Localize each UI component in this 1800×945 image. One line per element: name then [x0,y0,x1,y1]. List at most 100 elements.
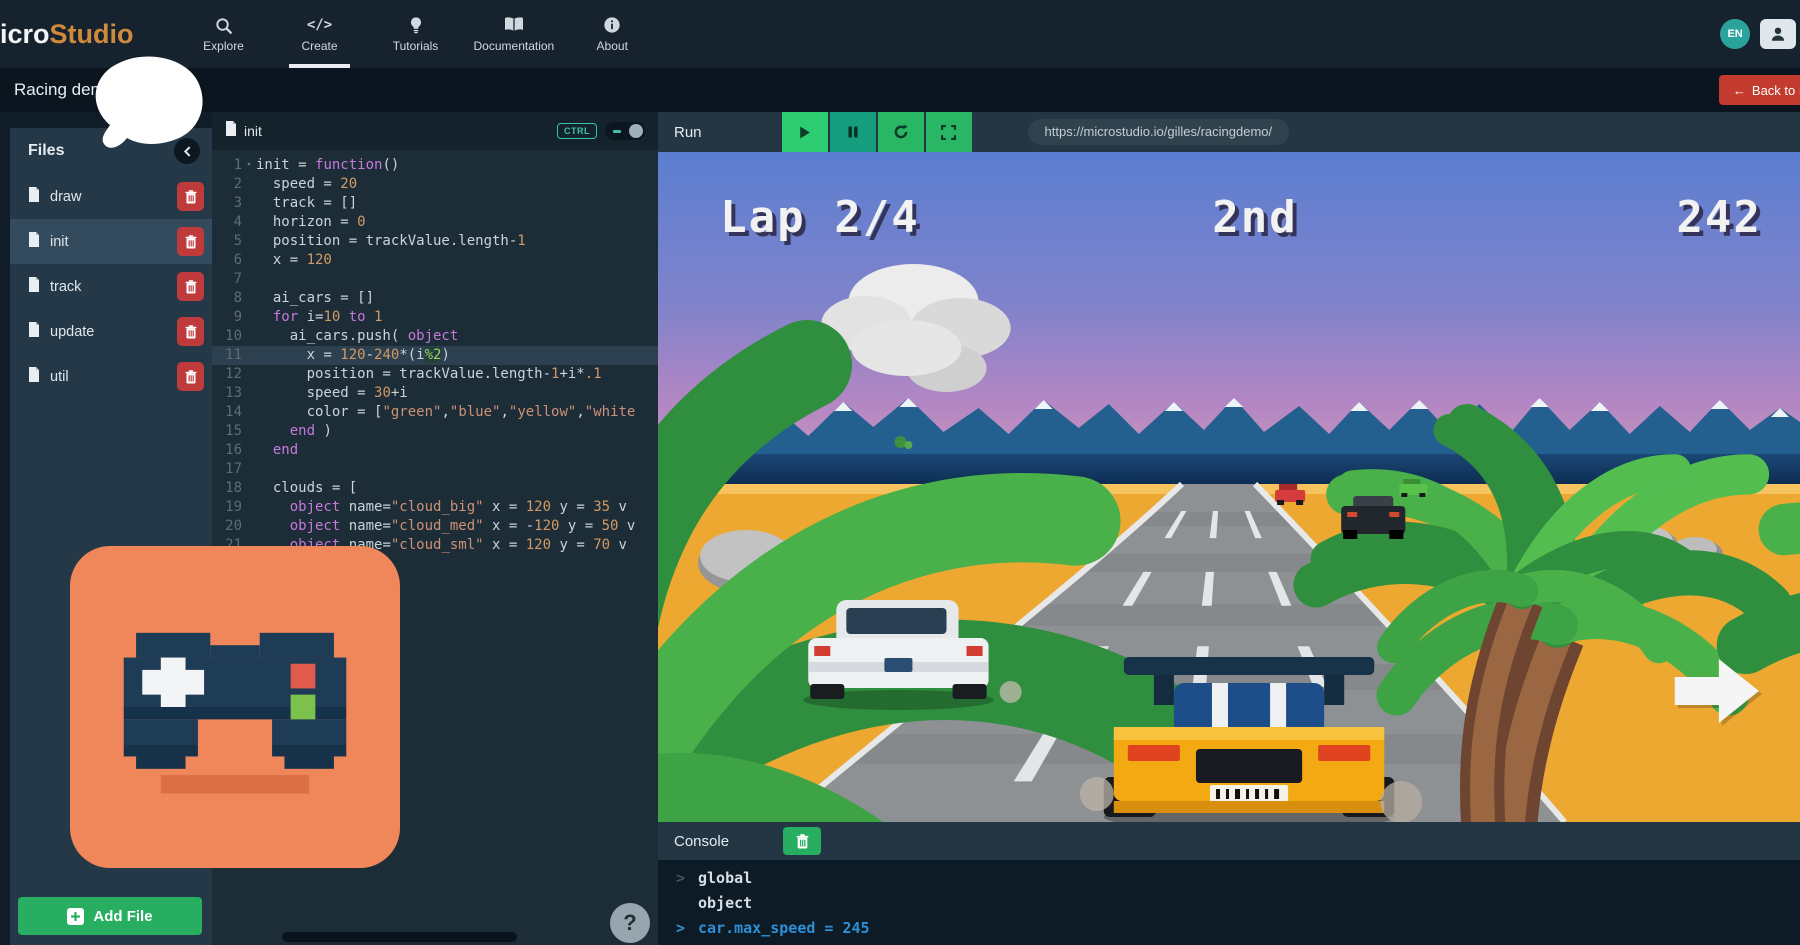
editor-tab-bar: init CTRL [212,112,658,150]
nav-item-create[interactable]: </> Create [272,0,368,68]
main-nav: Explore </> Create Tutorials Documentati… [176,0,661,68]
console-prompt: > [676,866,698,891]
code-line-13[interactable]: 13 speed = 30+i [212,384,658,403]
code-line-5[interactable]: 5 position = trackValue.length-1 [212,232,658,251]
book-icon [503,15,525,35]
console-text: object [698,891,752,916]
plus-icon [67,908,84,925]
delete-file-button[interactable] [177,317,204,346]
console-text: car.max_speed = 245 [698,916,870,941]
play-button[interactable] [782,112,828,152]
file-name: track [50,279,81,295]
code-line-3[interactable]: 3 track = [] [212,194,658,213]
logo-suffix: Studio [50,19,134,49]
hud-lap: Lap 2/4 [720,192,920,243]
nav-item-documentation[interactable]: Documentation [464,0,565,68]
code-line-20[interactable]: 20 object name="cloud_med" x = -120 y = … [212,517,658,536]
nav-label: About [597,39,628,53]
code-line-7[interactable]: 7 [212,270,658,289]
file-item-util[interactable]: util [10,354,212,399]
nav-item-explore[interactable]: Explore [176,0,272,68]
toggle-dash [613,130,621,133]
console-line: >car.max_speed = 245 [658,916,1800,941]
back-to-projects-button[interactable]: ← Back to Proj [1719,75,1800,105]
editor-tab-name: init [244,123,262,139]
file-item-track[interactable]: track [10,264,212,309]
run-label: Run [674,124,702,141]
code-line-2[interactable]: 2 speed = 20 [212,175,658,194]
file-icon [225,121,237,141]
file-item-draw[interactable]: draw [10,174,212,219]
pause-button[interactable] [830,112,876,152]
code-line-15[interactable]: 15 end ) [212,422,658,441]
code-line-14[interactable]: 14 color = ["green","blue","yellow","whi… [212,403,658,422]
code-line-17[interactable]: 17 [212,460,658,479]
console-line: object [658,891,1800,916]
language-badge[interactable]: EN [1720,19,1750,49]
file-name: util [50,369,69,385]
files-title: Files [28,142,64,160]
delete-file-button[interactable] [177,362,204,391]
gamepad-icon [99,608,371,806]
top-nav: icroStudio Explore </> Create Tutorials [0,0,1800,68]
ctrl-badge: CTRL [557,123,597,139]
code-icon: </> [307,15,332,35]
code-line-9[interactable]: 9 for i=10 to 1 [212,308,658,327]
hud-position: 2nd [1212,192,1298,243]
collapse-panel-button[interactable] [174,138,200,164]
toggle-knob [629,124,643,138]
code-line-1[interactable]: 1▾init = function() [212,156,658,175]
file-item-init[interactable]: init [10,219,212,264]
back-arrow-icon: ← [1733,83,1746,98]
file-item-update[interactable]: update [10,309,212,354]
code-line-12[interactable]: 12 position = trackValue.length-1+i*.1 [212,365,658,384]
horizontal-scrollbar[interactable] [282,932,517,942]
nav-item-tutorials[interactable]: Tutorials [368,0,464,68]
file-icon [28,187,40,207]
fullscreen-button[interactable] [926,112,972,152]
file-list: draw init track update util [10,174,212,399]
back-button-label: Back to Proj [1752,83,1800,98]
console-prompt: > [676,916,698,941]
console-output[interactable]: >globalobject>car.max_speed = 245 [658,860,1800,945]
add-file-button[interactable]: Add File [18,897,202,935]
user-menu[interactable]: gi [1760,19,1800,49]
code-line-18[interactable]: 18 clouds = [ [212,479,658,498]
code-line-4[interactable]: 4 horizon = 0 [212,213,658,232]
user-icon [1760,19,1796,49]
delete-file-button[interactable] [177,182,204,211]
run-buttons [782,112,972,152]
add-file-label: Add File [93,908,152,925]
nav-label: Create [302,39,338,53]
code-line-16[interactable]: 16 end [212,441,658,460]
editor-tab-init[interactable]: init [225,121,262,141]
nav-item-about[interactable]: About [564,0,660,68]
console-title: Console [674,833,729,850]
microstudio-app: icroStudio Explore </> Create Tutorials [0,0,1800,945]
run-toolbar: Run https://microstudio.io/gilles/ [658,112,1800,152]
code-line-11[interactable]: 11 x = 120-240*(i%2) [212,346,658,365]
code-line-8[interactable]: 8 ai_cars = [] [212,289,658,308]
game-canvas[interactable]: Lap 2/4 Lap 2/4 2nd 2nd 242 242 [658,152,1800,822]
clear-console-button[interactable] [783,827,821,855]
console-line: >global [658,866,1800,891]
help-button[interactable]: ? [610,903,650,943]
delete-file-button[interactable] [177,272,204,301]
file-icon [28,232,40,252]
delete-file-button[interactable] [177,227,204,256]
game-url[interactable]: https://microstudio.io/gilles/racingdemo… [1028,119,1290,145]
info-icon [603,15,621,35]
app-logo[interactable]: icroStudio [0,19,134,50]
file-icon [28,367,40,387]
logo-prefix: icro [0,19,50,49]
console-header: Console [658,822,1800,860]
project-bar: Racing demo ← Back to Proj [0,68,1800,112]
code-line-10[interactable]: 10 ai_cars.push( object [212,327,658,346]
reload-button[interactable] [878,112,924,152]
code-line-6[interactable]: 6 x = 120 [212,251,658,270]
editor-toggle[interactable] [605,122,645,140]
file-name: draw [50,189,81,205]
code-line-19[interactable]: 19 object name="cloud_big" x = 120 y = 3… [212,498,658,517]
run-panel: Run https://microstudio.io/gilles/ [658,112,1800,945]
nav-label: Tutorials [393,39,439,53]
